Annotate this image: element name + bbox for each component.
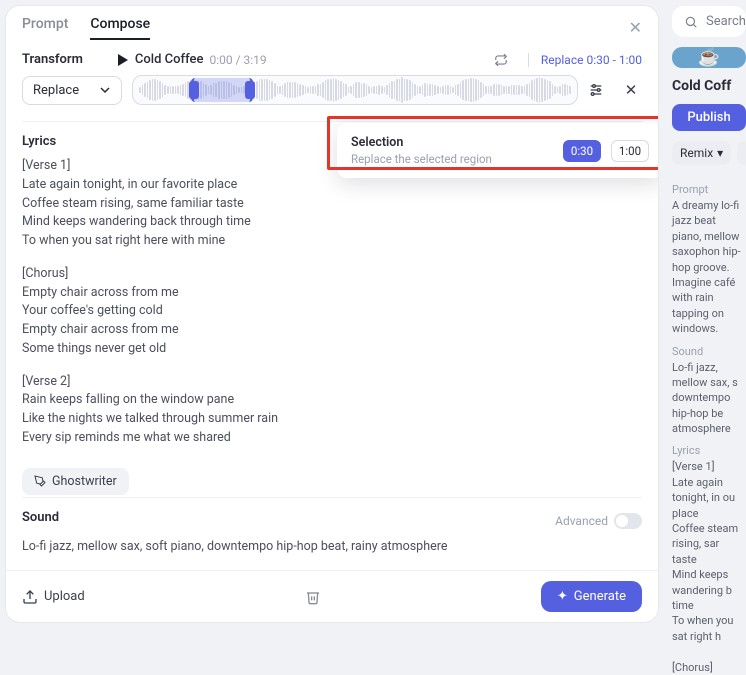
trash-icon[interactable]: [305, 589, 321, 605]
lyric-line: Your coffee's getting cold: [22, 302, 642, 321]
side-lyrics-body: [Verse 1] Late again tonight, in ou plac…: [672, 459, 746, 674]
chorus-tag: [Chorus]: [22, 265, 642, 284]
lyric-line: Every sip reminds me what we shared: [22, 429, 642, 448]
sound-section: Sound Advanced Lo-fi jazz, mellow sax, s…: [22, 497, 642, 571]
side-prompt-label: Prompt: [672, 183, 746, 196]
selection-end-input[interactable]: 1:00: [611, 140, 649, 162]
generate-label: Generate: [574, 589, 626, 604]
popover-subtitle: Replace the selected region: [351, 152, 553, 166]
play-icon[interactable]: [117, 54, 129, 66]
popover-title: Selection: [351, 135, 553, 150]
search-placeholder: Search: [706, 14, 746, 29]
bottom-bar: Upload ✦ Generate: [6, 570, 658, 622]
side-panel: Search ☕ Cold Coff Publish Remix ▾ E Pro…: [672, 6, 746, 622]
waveform-selection[interactable]: [191, 78, 253, 102]
ghostwriter-label: Ghostwriter: [52, 474, 117, 489]
advanced-label: Advanced: [555, 514, 608, 528]
transform-label: Transform: [22, 52, 83, 67]
sparkle-icon: ✦: [557, 589, 568, 604]
edit-button[interactable]: E: [737, 141, 746, 165]
close-icon[interactable]: ✕: [629, 18, 642, 37]
lyric-line: Like the nights we talked through summer…: [22, 410, 642, 429]
replace-range[interactable]: Replace 0:30 - 1:00: [528, 53, 642, 67]
upload-label: Upload: [44, 589, 85, 604]
side-sound-body: Lo-fi jazz, mellow sax, s downtempo hip-…: [672, 360, 746, 437]
selection-start-handle[interactable]: [189, 81, 199, 99]
lyric-line: Mind keeps wandering back through time: [22, 213, 642, 232]
generate-button[interactable]: ✦ Generate: [541, 581, 642, 612]
loop-icon[interactable]: [494, 53, 508, 67]
upload-icon: [22, 589, 38, 605]
tab-prompt[interactable]: Prompt: [22, 16, 68, 40]
song-title: Cold Coffee: [135, 52, 204, 67]
song-cover[interactable]: ☕: [672, 47, 746, 68]
side-prompt-body: A dreamy lo-fi jazz beat piano, mellow s…: [672, 198, 746, 337]
lyric-line: Late again tonight, in our favorite plac…: [22, 176, 642, 195]
side-song-title: Cold Coff: [672, 78, 746, 94]
selection-popover: Selection Replace the selected region 0:…: [337, 123, 658, 178]
upload-button[interactable]: Upload: [22, 589, 85, 605]
lyric-line: Empty chair across from me: [22, 284, 642, 303]
waveform[interactable]: [132, 75, 578, 105]
dropdown-label: Replace: [33, 83, 79, 98]
lyric-line: Rain keeps falling on the window pane: [22, 391, 642, 410]
selection-start-input[interactable]: 0:30: [563, 140, 601, 162]
close-wave-icon[interactable]: ✕: [620, 81, 642, 99]
side-sound-label: Sound: [672, 345, 746, 358]
transform-header: Transform Cold Coffee 0:00 / 3:19 Replac…: [6, 40, 658, 71]
lyric-line: Some things never get old: [22, 340, 642, 359]
sound-title: Sound: [22, 510, 59, 525]
tab-compose[interactable]: Compose: [90, 16, 150, 40]
sound-description: Lo-fi jazz, mellow sax, soft piano, down…: [22, 539, 642, 554]
pen-icon: [34, 475, 46, 487]
verse2-tag: [Verse 2]: [22, 373, 642, 392]
chevron-down-icon: [99, 84, 111, 96]
main-panel: Prompt Compose ✕ Transform Cold Coffee 0…: [6, 6, 658, 622]
lyric-line: Coffee steam rising, same familiar taste: [22, 195, 642, 214]
selection-end-handle[interactable]: [245, 81, 255, 99]
advanced-toggle[interactable]: [614, 513, 642, 529]
transform-mode-dropdown[interactable]: Replace: [22, 76, 122, 105]
chevron-down-icon: ▾: [717, 146, 723, 160]
waveform-row: Replace ✕: [6, 71, 658, 119]
tabs: Prompt Compose: [22, 16, 150, 40]
search-icon: [684, 15, 698, 29]
ghostwriter-button[interactable]: Ghostwriter: [22, 468, 129, 495]
side-lyrics-label: Lyrics: [672, 444, 746, 457]
lyric-line: To when you sat right here with mine: [22, 232, 642, 251]
remix-button[interactable]: Remix ▾: [672, 141, 731, 165]
song-time: 0:00 / 3:19: [209, 53, 266, 67]
lyric-line: Empty chair across from me: [22, 321, 642, 340]
publish-button[interactable]: Publish: [672, 104, 746, 131]
topbar: Prompt Compose ✕: [6, 6, 658, 40]
sliders-icon[interactable]: [588, 82, 610, 98]
search-input[interactable]: Search: [672, 6, 746, 37]
